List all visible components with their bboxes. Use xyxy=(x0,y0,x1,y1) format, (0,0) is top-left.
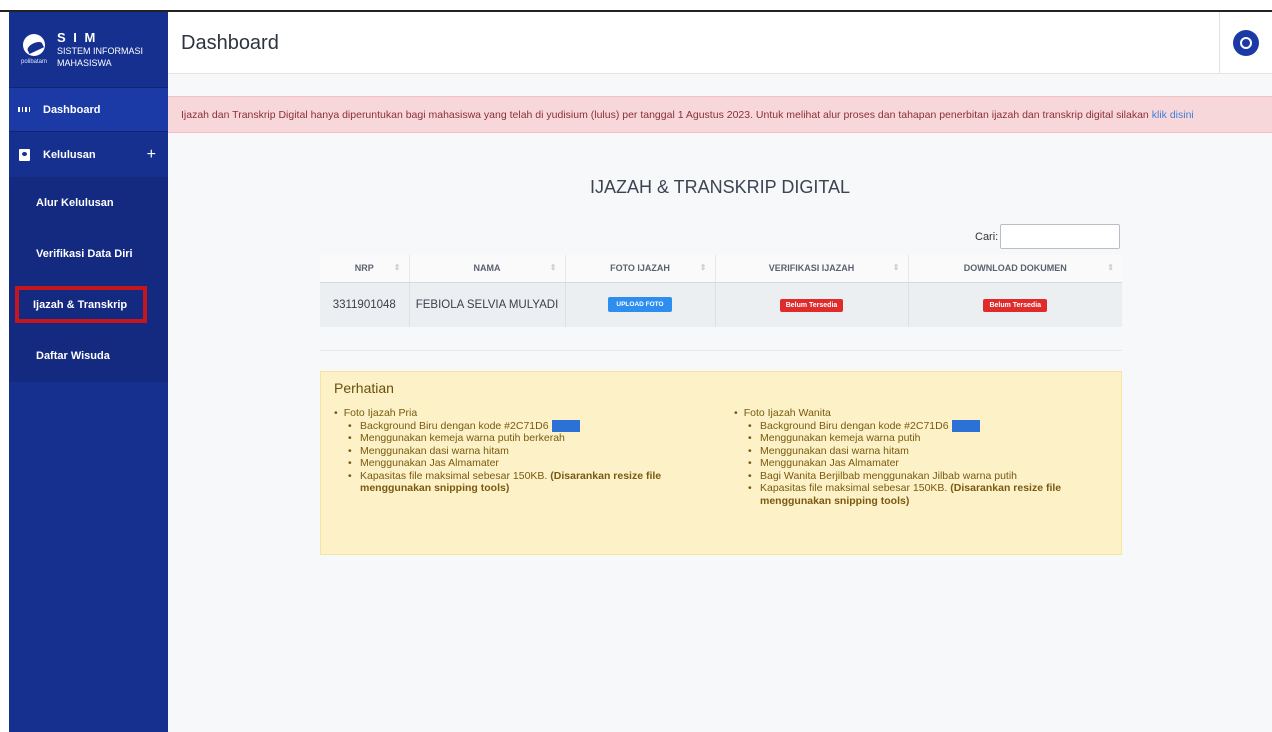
list-item: Menggunakan kemeja warna putih berkerah xyxy=(348,432,729,445)
table-header-row: NRP ⇕ NAMA ⇕ FOTO IJAZAH ⇕ VERIFIKASI IJAZA… xyxy=(320,255,1122,283)
sidebar-item-verifikasi-data-diri[interactable]: Verifikasi Data Diri xyxy=(9,228,168,279)
column-header-foto-ijazah[interactable]: FOTO IJAZAH ⇕ xyxy=(564,255,715,283)
sidebar-item-dashboard[interactable]: Dashboard xyxy=(9,87,168,132)
status-badge: Belum Tersedia xyxy=(983,298,1048,312)
column-header-download-dokumen[interactable]: DOWNLOAD DOKUMEN ⇕ xyxy=(907,255,1122,283)
ijazah-table: NRP ⇕ NAMA ⇕ FOTO IJAZAH ⇕ VERIFIKASI IJAZA… xyxy=(320,255,1122,327)
list-item: Bagi Wanita Berjilbab menggunakan Jilbab… xyxy=(748,470,1119,483)
list-item: Menggunakan Jas Almamater xyxy=(748,457,1119,470)
color-swatch xyxy=(951,419,980,432)
alert-link[interactable]: klik disini xyxy=(1152,109,1194,121)
sidebar: polibatam S I M SISTEM INFORMASI MAHASIS… xyxy=(9,12,168,732)
id-card-icon xyxy=(18,148,30,161)
brand-subtitle-1: SISTEM INFORMASI xyxy=(57,46,144,56)
info-alert: Ijazah dan Transkrip Digital hanya diper… xyxy=(168,96,1272,133)
user-avatar-icon[interactable] xyxy=(1233,30,1259,56)
sort-icon: ⇕ xyxy=(892,263,900,272)
brand[interactable]: polibatam S I M SISTEM INFORMASI MAHASIS… xyxy=(9,12,168,87)
sidebar-item-daftar-wisuda[interactable]: Daftar Wisuda xyxy=(9,330,168,382)
notice-box: Perhatian Foto Ijazah Pria Background Bi… xyxy=(320,371,1122,555)
polibatam-logo-icon: polibatam xyxy=(17,27,51,73)
alert-text: Ijazah dan Transkrip Digital hanya diper… xyxy=(181,108,1149,121)
cell-nrp: 3311901048 xyxy=(320,282,409,327)
logo-text: polibatam xyxy=(20,59,47,65)
list-item: Menggunakan Jas Almamater xyxy=(348,457,729,470)
brand-text: S I M SISTEM INFORMASI MAHASISWA xyxy=(57,30,143,69)
list-item: Kapasitas file maksimal sebesar 150KB. (… xyxy=(748,482,1119,507)
section-title: IJAZAH & TRANSKRIP DIGITAL xyxy=(589,177,851,197)
sidebar-item-label: Dashboard xyxy=(43,103,101,116)
status-badge: Belum Tersedia xyxy=(779,298,844,312)
sidebar-item-alur-kelulusan[interactable]: Alur Kelulusan xyxy=(9,177,168,228)
column-header-nrp[interactable]: NRP ⇕ xyxy=(320,255,409,283)
list-item: Background Biru dengan kode #2C71D6 xyxy=(348,420,729,433)
list-item: Background Biru dengan kode #2C71D6 xyxy=(748,420,1119,433)
column-header-verifikasi-ijazah[interactable]: VERIFIKASI IJAZAH ⇕ xyxy=(714,255,908,283)
list-item: Foto Ijazah Wanita Background Biru denga… xyxy=(734,407,1119,507)
sidebar-item-wrap: Ijazah & Transkrip xyxy=(9,279,168,330)
notice-title: Perhatian xyxy=(334,380,394,396)
upload-foto-button[interactable]: UPLOAD FOTO xyxy=(608,297,672,313)
dashboard-grid-icon xyxy=(18,104,30,116)
section-divider xyxy=(320,350,1122,351)
brand-title: S I M xyxy=(57,30,98,45)
sort-icon: ⇕ xyxy=(1107,263,1114,272)
notice-column-pria: Foto Ijazah Pria Background Biru dengan … xyxy=(334,407,729,495)
list-item: Menggunakan dasi warna hitam xyxy=(348,445,729,458)
cell-verifikasi: Belum Tersedia xyxy=(714,282,908,327)
brand-subtitle-2: MAHASISWA xyxy=(57,58,112,68)
list-item: Menggunakan dasi warna hitam xyxy=(748,445,1119,458)
list-item: Kapasitas file maksimal sebesar 150KB. (… xyxy=(348,470,729,495)
cell-foto: UPLOAD FOTO xyxy=(564,282,715,327)
table-row: 3311901048 FEBIOLA SELVIA MULYADI UPLOAD… xyxy=(320,282,1122,327)
notice-column-wanita: Foto Ijazah Wanita Background Biru denga… xyxy=(734,407,1119,507)
search-input[interactable] xyxy=(1000,224,1121,249)
app-window: polibatam S I M SISTEM INFORMASI MAHASIS… xyxy=(0,0,1272,732)
kelulusan-submenu: Alur Kelulusan Verifikasi Data Diri Ijaz… xyxy=(9,177,168,382)
cell-download: Belum Tersedia xyxy=(907,282,1122,327)
sort-icon: ⇕ xyxy=(699,263,707,272)
top-header: Dashboard xyxy=(168,12,1272,74)
sort-icon: ⇕ xyxy=(549,263,557,272)
cell-nama: FEBIOLA SELVIA MULYADI xyxy=(408,282,565,327)
sidebar-item-ijazah-transkrip[interactable]: Ijazah & Transkrip xyxy=(15,286,147,323)
table-search: Cari: xyxy=(975,224,1121,249)
color-swatch xyxy=(551,419,580,432)
sidebar-item-label: Kelulusan xyxy=(43,148,96,161)
page-title: Dashboard xyxy=(181,32,279,54)
list-item: Menggunakan kemeja warna putih xyxy=(748,432,1119,445)
expand-plus-icon[interactable]: + xyxy=(147,146,156,164)
header-divider xyxy=(1219,12,1220,74)
search-label: Cari: xyxy=(975,230,999,243)
sidebar-item-kelulusan[interactable]: Kelulusan + xyxy=(9,132,168,177)
main-content: Ijazah dan Transkrip Digital hanya diper… xyxy=(168,74,1272,732)
list-item: Foto Ijazah Pria Background Biru dengan … xyxy=(334,407,729,495)
column-header-nama[interactable]: NAMA ⇕ xyxy=(408,255,565,283)
sort-icon: ⇕ xyxy=(393,263,401,272)
